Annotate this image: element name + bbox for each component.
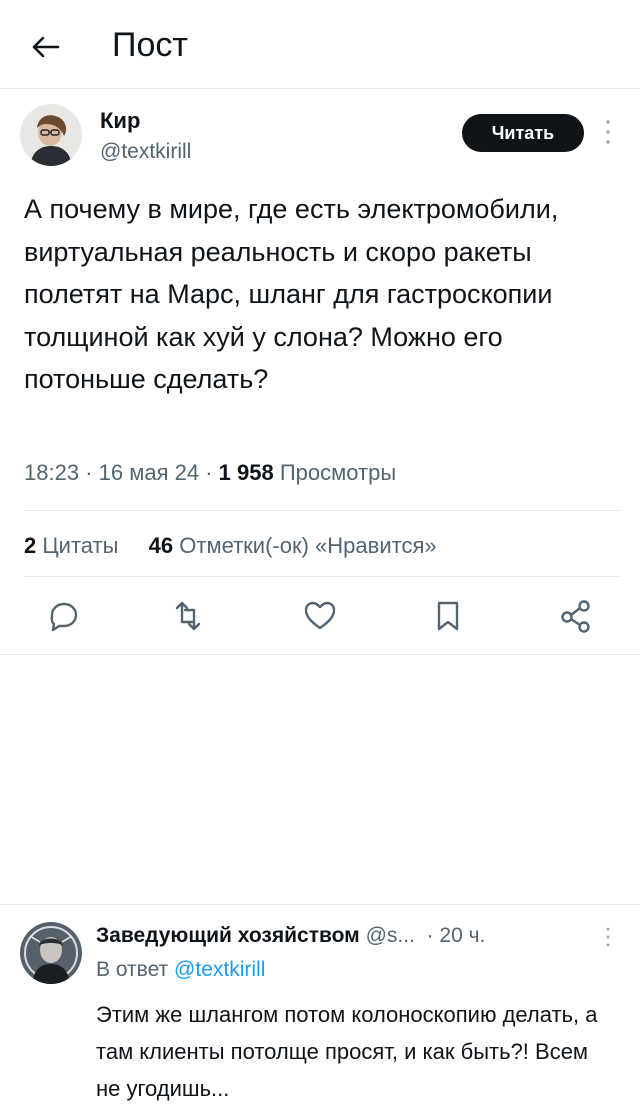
top-bar: Пост — [0, 0, 640, 90]
reply-divider — [0, 904, 640, 905]
stats-divider — [24, 576, 620, 577]
views-label: Просмотры — [279, 460, 397, 485]
reply-text: Этим же шлангом потом колоноскопию делат… — [96, 1002, 598, 1101]
tweet-time[interactable]: 18:23 — [24, 460, 79, 485]
likes-label: Отметки(-ок) «Нравится» — [179, 533, 437, 558]
meta-divider — [24, 510, 620, 511]
meta-separator: · — [205, 460, 219, 485]
reply-author-handle[interactable]: @s... — [366, 924, 415, 947]
author-handle[interactable]: @textkirill — [100, 140, 191, 164]
likes-count: 46 — [148, 533, 174, 558]
tweet-stats: 2 Цитаты 46 Отметки(-ок) «Нравится» — [24, 533, 437, 559]
follow-button[interactable]: Читать — [462, 114, 584, 152]
meta-separator: · — [85, 460, 99, 485]
bookmark-icon[interactable] — [428, 596, 468, 636]
author-avatar[interactable] — [20, 104, 82, 166]
share-icon[interactable] — [556, 596, 596, 636]
arrow-left-icon[interactable] — [28, 30, 62, 64]
tweet-meta: 18:23 · 16 мая 24 · 1 958 Просмотры — [24, 460, 396, 486]
reply-icon[interactable] — [44, 596, 84, 636]
page-title: Пост — [112, 26, 188, 64]
like-icon[interactable] — [300, 596, 340, 636]
reply-header: Заведующий хозяйством @s... · 20 ч. — [96, 924, 485, 948]
retweet-icon[interactable] — [168, 596, 208, 636]
author-name[interactable]: Кир — [100, 108, 140, 134]
reply-time[interactable]: 20 ч. — [439, 924, 485, 947]
quotes-label: Цитаты — [42, 533, 119, 558]
header-divider — [0, 88, 640, 89]
quotes-stat[interactable]: 2 Цитаты — [24, 533, 118, 558]
reply-author-name[interactable]: Заведующий хозяйством — [96, 924, 360, 947]
views-count: 1 958 — [218, 460, 274, 485]
likes-stat[interactable]: 46 Отметки(-ок) «Нравится» — [149, 533, 437, 558]
more-vertical-icon[interactable] — [604, 926, 612, 954]
quotes-count: 2 — [24, 533, 37, 558]
reply-to-handle[interactable]: @textkirill — [174, 958, 265, 981]
reply-to-prefix: В ответ — [96, 958, 169, 981]
more-vertical-icon[interactable] — [604, 118, 612, 152]
actions-divider — [0, 654, 640, 655]
tweet-date[interactable]: 16 мая 24 — [99, 460, 199, 485]
reply-to-line: В ответ @textkirill — [96, 958, 265, 982]
meta-separator: · — [420, 924, 440, 947]
tweet-text: А почему в мире, где есть электромобили,… — [24, 194, 559, 394]
reply-author-avatar[interactable] — [20, 922, 82, 984]
